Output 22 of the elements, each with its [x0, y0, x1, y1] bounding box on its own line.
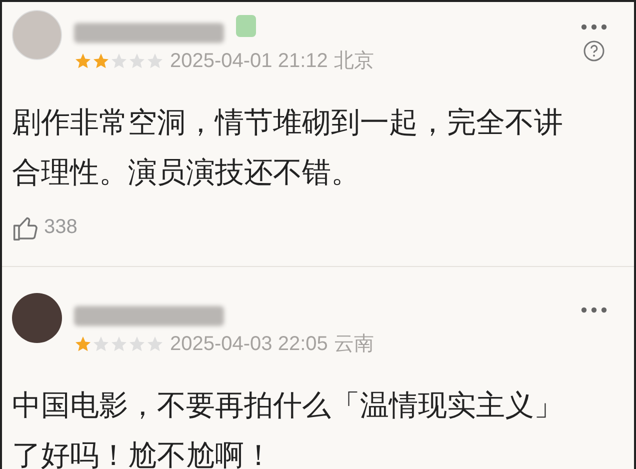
thumbs-up-icon[interactable] [12, 214, 40, 242]
star-icon [146, 335, 164, 353]
review-text: 剧作非常空洞，情节堆砌到一起，完全不讲合理性。演员演技还不错。 [12, 106, 564, 191]
star-icon [110, 52, 128, 70]
like-count: 338 [44, 215, 78, 240]
star-icon [128, 335, 146, 353]
more-icon[interactable] [581, 307, 607, 313]
review-location: 云南 [334, 332, 374, 357]
star-icon [110, 335, 128, 353]
more-icon[interactable] [581, 24, 607, 30]
star-icon [146, 52, 164, 70]
avatar[interactable] [12, 293, 62, 343]
star-icon [92, 335, 110, 353]
review-location: 北京 [334, 49, 374, 74]
star-icon [92, 52, 110, 70]
star-icon [128, 52, 146, 70]
review-time: 2025-04-01 21:12 [170, 49, 328, 74]
review-time: 2025-04-03 22:05 [170, 332, 328, 357]
star-icon [74, 335, 92, 353]
review-text: 中国电影，不要再拍什么「温情现实主义」了好吗！尬不尬啊！ [12, 389, 564, 469]
star-icon [74, 52, 92, 70]
help-icon[interactable] [583, 40, 605, 62]
